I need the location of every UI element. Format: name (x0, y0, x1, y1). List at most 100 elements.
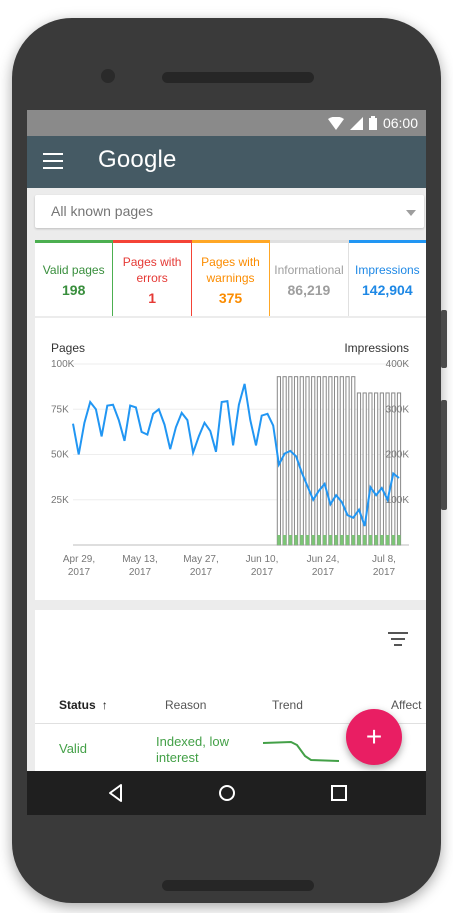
left-tick-label: 50K (51, 450, 69, 461)
pages-bar-valid (328, 535, 332, 545)
x-tick-label: Jun 10, (246, 554, 279, 565)
metric-errors[interactable]: Pages with errors 1 (113, 240, 192, 316)
pages-bar-valid (334, 535, 338, 545)
metric-value: 86,219 (287, 281, 331, 298)
add-button[interactable]: + (346, 709, 402, 765)
pages-bar (311, 376, 316, 546)
pages-bar-valid (340, 535, 344, 545)
metric-value: 375 (218, 289, 243, 306)
pages-bar-valid (288, 535, 292, 545)
x-tick-year: 2017 (129, 567, 152, 578)
metric-valid[interactable]: Valid pages 198 (35, 240, 114, 316)
pages-bar (356, 392, 362, 546)
x-tick-year: 2017 (251, 567, 274, 578)
arrow-up-icon: ↑ (101, 698, 108, 712)
pages-bar (333, 376, 339, 546)
trend-chart: Pages Impressions 100K 75K 50K 25K 400K 300K… (51, 341, 410, 578)
pages-bar-valid (311, 535, 315, 545)
pages-bar-valid (363, 535, 367, 545)
page-filter-value: All known pages (51, 203, 153, 219)
pages-bar-valid (283, 535, 287, 545)
signal-icon (349, 116, 363, 130)
row-reason[interactable]: Indexed, low interest (156, 734, 251, 766)
right-tick-label: 400K (386, 359, 410, 370)
x-tick-label: May 27, (183, 554, 219, 565)
right-tick-label: 300K (386, 404, 410, 415)
screen: 06:00 Google All known pages Valid pages… (27, 110, 426, 815)
column-affected[interactable]: Affect (391, 698, 421, 712)
back-icon[interactable] (104, 781, 128, 805)
filter-icon[interactable] (388, 632, 408, 646)
pages-bar (288, 376, 293, 546)
pages-bar (322, 376, 327, 546)
home-icon[interactable] (215, 781, 239, 805)
x-tick-label: May 13, (122, 554, 158, 565)
clock: 06:00 (382, 115, 418, 131)
app-title: Google (98, 146, 177, 173)
metric-value: 142,904 (362, 281, 413, 298)
pages-bar (368, 392, 373, 546)
metric-label: Pages with errors (122, 254, 182, 285)
volume-button (441, 400, 447, 510)
pages-bar (396, 392, 402, 546)
column-reason[interactable]: Reason (165, 698, 206, 712)
pages-bar-valid (277, 535, 281, 545)
power-button (441, 310, 447, 368)
column-status-label: Status (59, 698, 96, 712)
battery-icon (368, 116, 377, 130)
x-tick-year: 2017 (373, 567, 396, 578)
bottom-speaker (162, 880, 314, 891)
pages-bar-valid (397, 535, 401, 545)
pages-bar-valid (391, 535, 395, 545)
pages-bar-valid (385, 535, 390, 545)
metric-impressions[interactable]: Impressions 142,904 (348, 240, 426, 316)
pages-bar (351, 376, 356, 546)
pages-bar-valid (317, 535, 321, 545)
menu-icon[interactable] (43, 153, 63, 169)
x-tick-year: 2017 (190, 567, 213, 578)
top-speaker (162, 72, 314, 83)
pages-bar-valid (380, 535, 384, 545)
recents-icon[interactable] (327, 781, 351, 805)
wifi-icon (327, 116, 344, 130)
left-tick-label: 100K (51, 359, 75, 370)
status-bar: 06:00 (27, 110, 426, 136)
metric-value: 1 (148, 289, 156, 306)
pages-bar (379, 392, 384, 546)
pages-bar-valid (357, 535, 361, 545)
pages-bar-valid (300, 535, 304, 545)
x-tick-label: Apr 29, (63, 554, 95, 565)
pages-bar (316, 376, 322, 546)
pages-bar-valid (323, 535, 327, 545)
left-axis-title: Pages (51, 341, 85, 355)
metric-informational[interactable]: Informational 86,219 (270, 240, 349, 316)
pages-bar (374, 392, 379, 546)
column-trend[interactable]: Trend (272, 698, 303, 712)
metrics-row: Valid pages 198 Pages with errors 1 Page… (35, 240, 426, 316)
row-trend-sparkline (263, 740, 339, 762)
x-tick-label: Jul 8, (372, 554, 396, 565)
page-filter-dropdown[interactable]: All known pages (35, 195, 424, 228)
pages-bar (305, 376, 310, 546)
column-status[interactable]: Status ↑ (59, 698, 108, 712)
pages-bar (385, 392, 390, 546)
pages-bar-valid (294, 535, 298, 545)
row-status[interactable]: Valid (59, 741, 87, 756)
metric-label: Pages with warnings (201, 254, 260, 285)
right-axis-title: Impressions (344, 341, 409, 355)
metric-label: Informational (274, 262, 344, 277)
app-bar: Google (27, 136, 426, 188)
x-tick-label: Jun 24, (307, 554, 340, 565)
x-tick-year: 2017 (68, 567, 91, 578)
android-nav-bar (27, 771, 426, 815)
pages-bar-valid (368, 535, 373, 545)
chart-card: Pages Impressions 100K 75K 50K 25K 400K 300K… (35, 318, 426, 600)
pages-bar (328, 376, 333, 546)
right-tick-label: 200K (386, 450, 410, 461)
chevron-down-icon (406, 210, 416, 216)
pages-bar-valid (345, 535, 350, 545)
metric-warnings[interactable]: Pages with warnings 375 (191, 240, 271, 316)
left-tick-label: 75K (51, 404, 69, 415)
pages-bar-valid (351, 535, 355, 545)
x-tick-year: 2017 (312, 567, 335, 578)
